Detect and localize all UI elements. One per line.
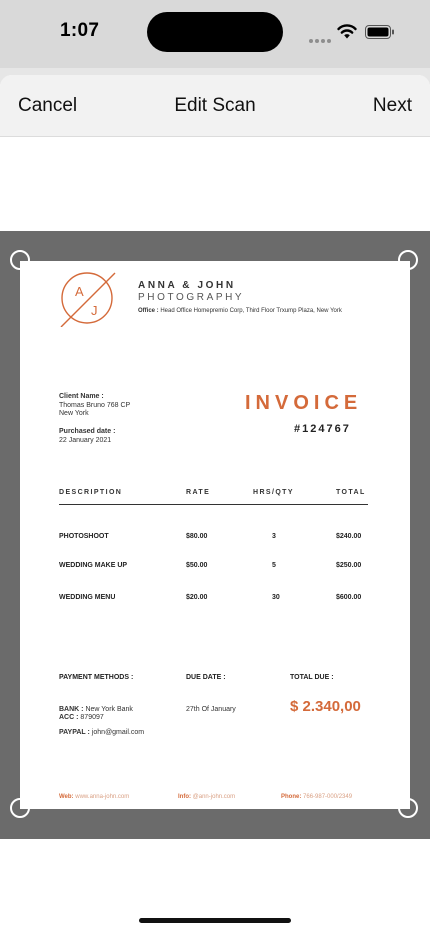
- acc-label: ACC :: [59, 714, 79, 721]
- scanned-document: A J ANNA & JOHN PHOTOGRAPHY Office : Hea…: [20, 261, 410, 809]
- cellular-signal-icon: [309, 30, 333, 48]
- crop-handle-icon[interactable]: [398, 250, 418, 270]
- row-qty: 5: [272, 562, 276, 569]
- row-total: $600.00: [336, 594, 362, 601]
- invoice-title: INVOICE: [245, 392, 363, 414]
- row-description: WEDDING MENU: [59, 594, 116, 601]
- paypal-info: PAYPAL : john@gmail.com: [59, 728, 144, 737]
- brand-name: ANNA & JOHN: [138, 280, 236, 291]
- purchased-date: 22 January 2021: [59, 437, 112, 444]
- due-date-label: DUE DATE :: [186, 674, 226, 681]
- row-rate: $80.00: [186, 533, 208, 540]
- phone-value: 766-987-000/2349: [303, 794, 353, 800]
- acc-value: 879097: [80, 714, 104, 721]
- account-info: ACC : 879097: [59, 713, 104, 722]
- info-label: Info:: [178, 794, 191, 800]
- row-total: $240.00: [336, 533, 362, 540]
- paypal-label: PAYPAL :: [59, 729, 90, 736]
- row-qty: 3: [272, 533, 276, 540]
- footer-web: Web: www.anna-john.com: [59, 794, 129, 800]
- navigation-bar: Cancel Edit Scan Next: [0, 75, 430, 137]
- total-due-value: $ 2.340,00: [290, 698, 361, 715]
- payment-methods-label: PAYMENT METHODS :: [59, 674, 134, 681]
- bank-value: New York Bank: [85, 706, 133, 713]
- status-time: 1:07: [60, 20, 100, 41]
- brand-subtitle: PHOTOGRAPHY: [138, 292, 245, 303]
- invoice-number: #124767: [294, 423, 351, 435]
- office-address: Office : Head Office Homepremio Corp, Th…: [138, 308, 342, 314]
- header-description: DESCRIPTION: [59, 489, 123, 496]
- purchased-label: Purchased date :: [59, 428, 116, 435]
- edit-scan-sheet: Cancel Edit Scan Next A J ANNA & JOHN PH…: [0, 75, 430, 932]
- row-rate: $20.00: [186, 594, 208, 601]
- footer-info: Info: @ann-john.com: [178, 794, 235, 800]
- total-due-label: TOTAL DUE :: [290, 674, 334, 681]
- info-value: @ann-john.com: [192, 794, 236, 800]
- logo-letter-a: A: [75, 284, 84, 299]
- crop-handle-icon[interactable]: [10, 250, 30, 270]
- client-city: New York: [59, 410, 89, 417]
- status-bar: 1:07: [0, 0, 430, 70]
- row-description: WEDDING MAKE UP: [59, 562, 128, 569]
- footer-phone: Phone: 766-987-000/2349: [281, 794, 352, 800]
- web-label: Web:: [59, 794, 74, 800]
- brand-logo: A J: [60, 272, 116, 327]
- web-value: www.anna-john.com: [75, 794, 130, 800]
- row-rate: $50.00: [186, 562, 208, 569]
- battery-icon: [365, 25, 394, 39]
- crop-handle-icon[interactable]: [10, 798, 30, 818]
- next-button[interactable]: Next: [373, 95, 412, 117]
- bank-label: BANK :: [59, 706, 84, 713]
- office-label: Office :: [138, 308, 159, 314]
- office-text: Head Office Homepremio Corp, Third Floor…: [160, 308, 342, 314]
- paypal-value: john@gmail.com: [91, 729, 145, 736]
- row-description: PHOTOSHOOT: [59, 533, 109, 540]
- crop-handle-icon[interactable]: [398, 798, 418, 818]
- client-label: Client Name :: [59, 393, 104, 400]
- dynamic-island: [147, 12, 283, 52]
- wifi-icon: [337, 24, 357, 39]
- row-total: $250.00: [336, 562, 362, 569]
- header-total: TOTAL: [336, 489, 366, 496]
- scan-crop-area: A J ANNA & JOHN PHOTOGRAPHY Office : Hea…: [0, 231, 430, 839]
- header-rate: RATE: [186, 489, 211, 496]
- page-title: Edit Scan: [174, 95, 256, 116]
- due-date-value: 27th Of January: [186, 706, 236, 713]
- table-divider: [59, 504, 368, 505]
- header-qty: HRS/QTY: [253, 489, 294, 496]
- home-indicator[interactable]: [139, 918, 291, 923]
- phone-label: Phone:: [281, 794, 302, 800]
- logo-letter-j: J: [91, 303, 98, 318]
- row-qty: 30: [272, 594, 280, 601]
